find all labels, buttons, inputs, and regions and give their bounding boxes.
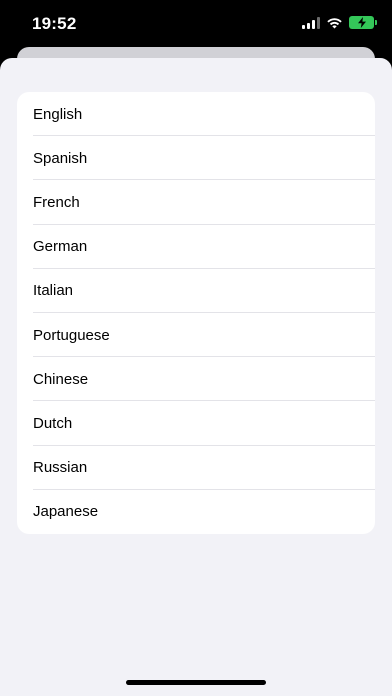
language-sheet: English Spanish French German Italian Po…	[0, 58, 392, 696]
status-bar: 19:52	[0, 0, 392, 48]
list-item-chinese[interactable]: Chinese	[17, 357, 375, 402]
list-item-german[interactable]: German	[17, 225, 375, 269]
status-icons	[302, 16, 377, 29]
list-item-spanish[interactable]: Spanish	[17, 136, 375, 181]
list-item-label: Portuguese	[33, 326, 110, 344]
list-item-label: Russian	[33, 459, 88, 477]
battery-charging-icon	[349, 16, 377, 29]
list-item-label: German	[33, 238, 88, 256]
home-indicator[interactable]	[126, 680, 266, 685]
list-item-russian[interactable]: Russian	[17, 446, 375, 490]
list-item-portuguese[interactable]: Portuguese	[17, 313, 375, 358]
list-item-italian[interactable]: Italian	[17, 269, 375, 314]
list-item-french[interactable]: French	[17, 180, 375, 225]
list-item-label: Chinese	[33, 370, 89, 388]
list-item-english[interactable]: English	[17, 92, 375, 137]
list-item-label: Japanese	[33, 503, 99, 521]
wifi-icon	[327, 17, 342, 28]
list-item-label: French	[33, 193, 80, 211]
list-item-label: Spanish	[33, 149, 88, 167]
list-item-japanese[interactable]: Japanese	[17, 490, 375, 534]
cellular-signal-icon	[302, 16, 320, 29]
language-list: English Spanish French German Italian Po…	[17, 92, 375, 534]
list-item-label: Dutch	[33, 414, 73, 432]
list-item-label: Italian	[33, 282, 74, 300]
status-time: 19:52	[32, 14, 77, 33]
list-item-label: English	[33, 105, 83, 123]
list-item-dutch[interactable]: Dutch	[17, 401, 375, 446]
